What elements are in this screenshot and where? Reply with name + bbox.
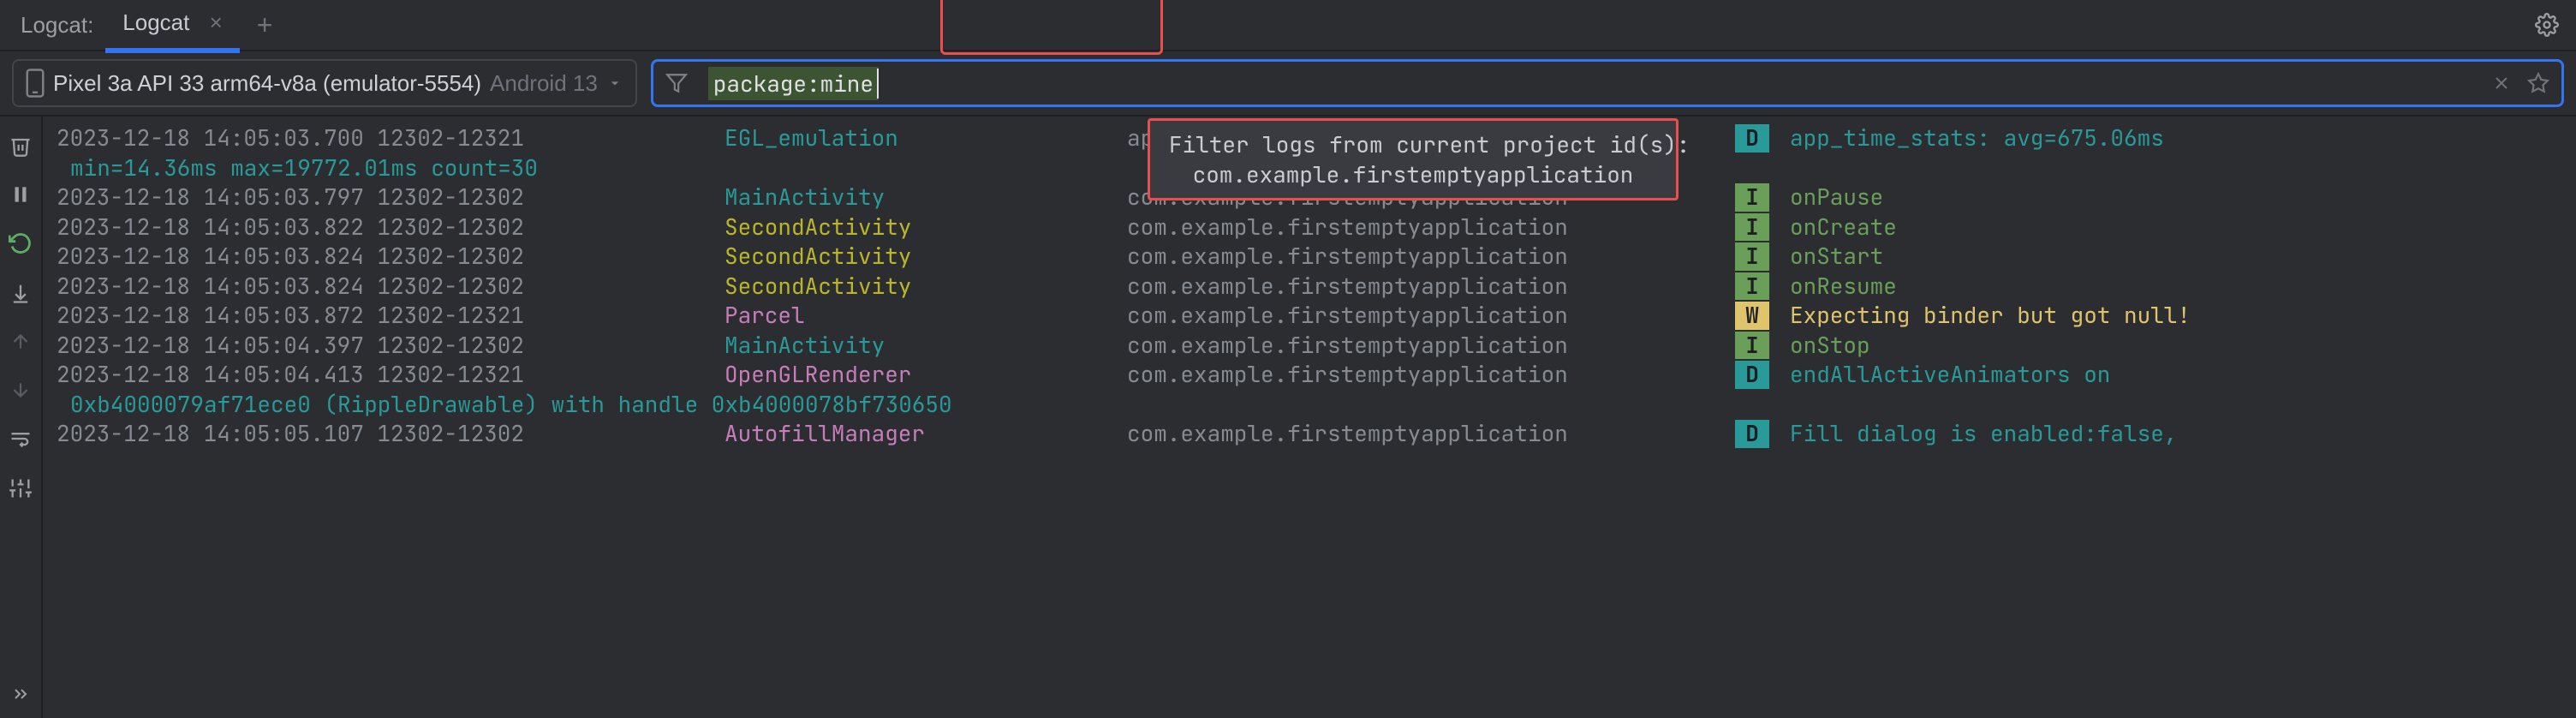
scroll-end-icon[interactable] bbox=[9, 281, 33, 305]
main: Filter logs from current project id(s): … bbox=[0, 117, 2576, 718]
log-row[interactable]: 2023-12-18 14:05:03.822 12302-12302Secon… bbox=[57, 212, 2576, 242]
log-level: D bbox=[1735, 420, 1769, 448]
log-timestamp: 2023-12-18 14:05:04.413 12302-12321 bbox=[57, 361, 724, 389]
log-level: I bbox=[1735, 183, 1769, 212]
log-timestamp: 2023-12-18 14:05:03.872 12302-12321 bbox=[57, 302, 724, 330]
device-os: Android 13 bbox=[490, 70, 598, 97]
log-package: com.example.firstemptyapplication bbox=[1127, 302, 1735, 330]
log-message: onResume bbox=[1790, 271, 1897, 301]
previous-icon[interactable] bbox=[9, 331, 32, 353]
log-row[interactable]: 2023-12-18 14:05:03.824 12302-12302Secon… bbox=[57, 272, 2576, 302]
log-tag: MainActivity bbox=[724, 332, 1127, 360]
log-package: com.example.firstemptyapplication bbox=[1127, 213, 1735, 242]
log-tag: Parcel bbox=[724, 302, 1127, 330]
log-message: Expecting binder but got null! bbox=[1790, 300, 2191, 330]
log-timestamp: 2023-12-18 14:05:05.107 12302-12302 bbox=[57, 420, 724, 448]
log-message: app_time_stats: avg=675.06ms bbox=[1790, 123, 2164, 153]
device-icon bbox=[26, 69, 45, 98]
log-timestamp: 2023-12-18 14:05:04.397 12302-12302 bbox=[57, 332, 724, 360]
log-tag: SecondActivity bbox=[724, 213, 1127, 242]
log-message: onStop bbox=[1790, 330, 1870, 360]
more-icon[interactable] bbox=[10, 684, 31, 704]
log-message: onPause bbox=[1790, 182, 1883, 212]
log-timestamp: 2023-12-18 14:05:03.824 12302-12302 bbox=[57, 242, 724, 271]
gutter bbox=[0, 117, 43, 718]
filter-input[interactable]: package:mine bbox=[651, 59, 2564, 107]
panel-title: Logcat: bbox=[9, 12, 105, 39]
tooltip-line2: com.example.firstemptyapplication bbox=[1169, 159, 1657, 189]
settings-sliders-icon[interactable] bbox=[9, 476, 33, 500]
next-icon[interactable] bbox=[9, 379, 32, 401]
log-level: W bbox=[1735, 302, 1769, 330]
pause-icon[interactable] bbox=[9, 183, 32, 206]
close-icon[interactable]: × bbox=[210, 9, 223, 35]
log-level: I bbox=[1735, 272, 1769, 301]
restart-icon[interactable] bbox=[9, 231, 33, 255]
log-package: com.example.firstemptyapplication bbox=[1127, 332, 1735, 360]
log-package: com.example.firstemptyapplication bbox=[1127, 361, 1735, 389]
wrap-icon[interactable] bbox=[9, 427, 33, 451]
log-tag: SecondActivity bbox=[724, 272, 1127, 301]
log-message: Fill dialog is enabled:false, bbox=[1790, 418, 2177, 448]
log-timestamp: 2023-12-18 14:05:03.824 12302-12302 bbox=[57, 272, 724, 301]
log-level: I bbox=[1735, 332, 1769, 360]
log-tag: OpenGLRenderer bbox=[724, 361, 1127, 389]
tab-label: Logcat bbox=[122, 9, 189, 35]
log-tag: AutofillManager bbox=[724, 420, 1127, 448]
device-name: Pixel 3a API 33 arm64-v8a (emulator-5554… bbox=[53, 70, 481, 97]
log-timestamp: 2023-12-18 14:05:03.822 12302-12302 bbox=[57, 213, 724, 242]
tab-logcat[interactable]: Logcat × bbox=[105, 0, 240, 53]
log-package: com.example.firstemptyapplication bbox=[1127, 272, 1735, 301]
log-view[interactable]: Filter logs from current project id(s): … bbox=[43, 117, 2576, 718]
log-row[interactable]: 2023-12-18 14:05:03.824 12302-12302Secon… bbox=[57, 242, 2576, 272]
star-icon[interactable] bbox=[2527, 72, 2549, 94]
log-row[interactable]: 2023-12-18 14:05:04.413 12302-12321OpenG… bbox=[57, 360, 2576, 390]
log-row[interactable]: 2023-12-18 14:05:03.872 12302-12321Parce… bbox=[57, 301, 2576, 331]
log-message: endAllActiveAnimators on bbox=[1790, 359, 2110, 389]
log-row[interactable]: 2023-12-18 14:05:04.397 12302-12302MainA… bbox=[57, 331, 2576, 361]
funnel-icon bbox=[665, 72, 688, 94]
log-level: I bbox=[1735, 213, 1769, 242]
gear-icon[interactable] bbox=[2535, 13, 2559, 37]
log-row[interactable]: 2023-12-18 14:05:05.107 12302-12302Autof… bbox=[57, 419, 2576, 449]
log-level: D bbox=[1735, 124, 1769, 153]
log-level: D bbox=[1735, 361, 1769, 389]
log-timestamp: 2023-12-18 14:05:03.797 12302-12302 bbox=[57, 183, 724, 212]
titlebar: Logcat: Logcat × + bbox=[0, 0, 2576, 51]
tooltip-line1: Filter logs from current project id(s): bbox=[1169, 129, 1657, 159]
device-dropdown[interactable]: Pixel 3a API 33 arm64-v8a (emulator-5554… bbox=[12, 59, 637, 107]
log-level: I bbox=[1735, 242, 1769, 271]
log-message: onCreate bbox=[1790, 212, 1897, 242]
log-timestamp: 2023-12-18 14:05:03.700 12302-12321 bbox=[57, 124, 724, 153]
log-tag: EGL_emulation bbox=[724, 124, 1127, 153]
chevron-down-icon bbox=[606, 75, 623, 92]
log-package: com.example.firstemptyapplication bbox=[1127, 420, 1735, 448]
trash-icon[interactable] bbox=[9, 134, 33, 158]
log-tag: MainActivity bbox=[724, 183, 1127, 212]
add-tab-button[interactable]: + bbox=[240, 9, 290, 41]
filter-bar: Pixel 3a API 33 arm64-v8a (emulator-5554… bbox=[0, 51, 2576, 117]
log-tag: SecondActivity bbox=[724, 242, 1127, 271]
filter-text: package:mine bbox=[708, 67, 879, 100]
log-message: onStart bbox=[1790, 241, 1883, 271]
log-continuation: 0xb4000079af71ece0 (RippleDrawable) with… bbox=[57, 390, 2576, 420]
filter-tooltip: Filter logs from current project id(s): … bbox=[1148, 118, 1679, 200]
clear-icon[interactable] bbox=[2491, 73, 2512, 93]
log-package: com.example.firstemptyapplication bbox=[1127, 242, 1735, 271]
